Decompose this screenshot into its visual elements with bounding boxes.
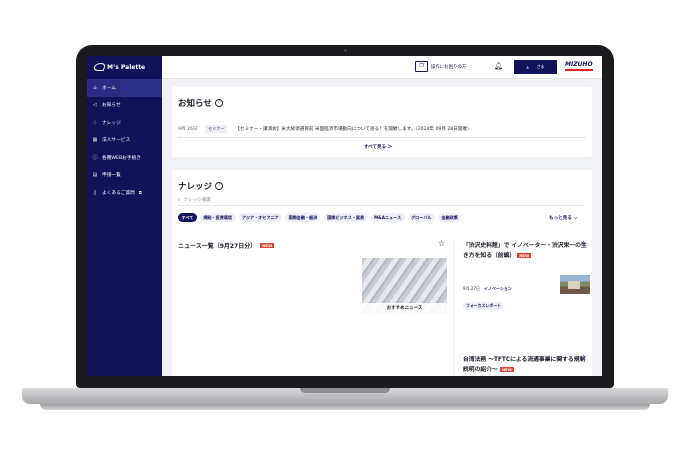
notice-title-text: お知らせ <box>178 99 212 109</box>
newspaper-thumbnail: おすすめニュース <box>362 258 447 314</box>
article-category: イノベーション <box>483 286 512 291</box>
chip-all[interactable]: すべて <box>178 213 197 222</box>
sidebar-item-label: お知らせ <box>102 103 121 109</box>
info-icon: ⓘ <box>92 155 98 162</box>
sidebar-item-notices[interactable]: ◁ お知らせ <box>87 97 162 115</box>
column-divider <box>453 240 454 376</box>
chip-ma-news[interactable]: M&Aニュース <box>370 213 405 222</box>
new-badge: NEW <box>499 367 514 372</box>
chip-global[interactable]: グローバル <box>407 213 436 222</box>
book-open-icon: ❐ <box>415 61 428 72</box>
megaphone-icon: ◁ <box>93 102 97 109</box>
top-header: ❐ 操作にお困りの方 🔔︎ ᴀ さま MIZUHO <box>162 56 602 79</box>
sidebar-item-label: 法人サービス <box>102 138 131 144</box>
laptop-shadow <box>40 404 650 410</box>
screen: M’s Palette ⌂ ホーム ◁ お知らせ ♢ ナレッジ ▦ 法人サービス… <box>87 56 602 376</box>
sidebar-nav: ⌂ ホーム ◁ お知らせ ♢ ナレッジ ▦ 法人サービス ⓘ 各種WEBお手続き… <box>87 79 162 202</box>
notice-tag: セミナー <box>205 125 228 133</box>
sidebar-item-home[interactable]: ⌂ ホーム <box>87 79 162 97</box>
logo-text: M’s Palette <box>107 63 146 71</box>
notice-date: 9月 26日 <box>178 127 198 132</box>
chip-monetary-policy[interactable]: 金融政策 <box>438 213 462 222</box>
article-card[interactable]: 「渋沢史料館」で イノベーター・渋沢栄一の生き方を知る（前編） NEW 9月 2… <box>463 239 590 311</box>
see-all-link[interactable]: すべて見る ＞ <box>364 144 392 150</box>
camera-icon <box>344 49 347 52</box>
article-date: 9月 27日 <box>463 286 480 291</box>
divider <box>178 137 586 138</box>
knowledge-search-input[interactable]: ⌕ ナレッジ検索 <box>178 195 584 206</box>
app-logo[interactable]: M’s Palette <box>92 63 146 71</box>
external-link-icon: ⧉ <box>138 190 142 196</box>
chip-intl-finance[interactable]: 国際金融・経済 <box>285 213 321 222</box>
search-placeholder: ナレッジ検索 <box>183 198 212 203</box>
notice-title: お知らせ ? <box>178 97 223 109</box>
article-title-text: 台湾法務 〜TFTCによる流通事業に関する規制説明の紹介〜 <box>463 357 586 373</box>
book-icon: ▯ <box>93 189 97 196</box>
question-icon[interactable]: ? <box>215 182 224 190</box>
article-card[interactable]: 台湾法務 〜TFTCによる流通事業に関する規制説明の紹介〜 NEW ☆ <box>463 353 588 375</box>
building-icon: ▦ <box>92 137 98 144</box>
star-icon[interactable]: ☆ <box>580 239 587 248</box>
more-link[interactable]: もっと見る ⌵ <box>549 215 577 221</box>
help-label: 操作にお困りの方 <box>431 64 467 70</box>
brand-logo: MIZUHO <box>565 61 593 71</box>
sidebar-item-label: 申請一覧 <box>102 173 121 179</box>
sidebar-item-applications[interactable]: ▤ 申請一覧 <box>87 167 162 185</box>
article-tag[interactable]: フォーカスレポート <box>463 302 505 310</box>
knowledge-card: ナレッジ ? ⌕ ナレッジ検索 すべて 規制・投資環境 アジア・オセアニア 国際… <box>172 170 592 376</box>
sidebar-item-label: ナレッジ <box>102 120 121 126</box>
sidebar-item-knowledge[interactable]: ♢ ナレッジ <box>87 114 162 132</box>
sidebar-item-label: よくあるご質問 <box>102 190 135 196</box>
new-badge: NEW <box>517 253 532 258</box>
home-icon: ⌂ <box>93 84 97 91</box>
bulb-icon: ♢ <box>92 119 98 126</box>
featured-article[interactable]: ニュース一覧（9月27日分） NEW ☆ おすすめニュース <box>178 239 448 314</box>
chip-asia-oceania[interactable]: アジア・オセアニア <box>238 213 283 222</box>
user-label: さま <box>536 64 545 69</box>
notice-item[interactable]: 9月 26日 セミナー 【セミナー・講演会】米大統領選目前 米国経済市場動向につ… <box>178 125 588 133</box>
help-link[interactable]: ❐ 操作にお困りの方 <box>415 61 466 72</box>
featured-title-text: ニュース一覧（9月27日分） <box>178 243 257 250</box>
brand-text: MIZUHO <box>565 61 593 68</box>
brand-underline <box>565 69 593 71</box>
notice-card: お知らせ ? 9月 26日 セミナー 【セミナー・講演会】米大統領選目前 米国経… <box>172 87 592 157</box>
sidebar-item-corporate-services[interactable]: ▦ 法人サービス <box>87 132 162 150</box>
building-thumbnail <box>560 275 590 294</box>
star-icon[interactable]: ☆ <box>438 239 445 248</box>
question-icon[interactable]: ? <box>214 99 223 107</box>
bell-icon[interactable]: 🔔︎ <box>494 62 503 70</box>
document-icon: ▤ <box>92 172 98 179</box>
search-icon: ⌕ <box>178 198 181 203</box>
sidebar-item-web-procedures[interactable]: ⓘ 各種WEBお手続き <box>87 149 162 167</box>
category-chips: すべて 規制・投資環境 アジア・オセアニア 国際金融・経済 国際ビジネス・貿易 … <box>178 213 462 222</box>
chip-regulation[interactable]: 規制・投資環境 <box>199 213 236 222</box>
logo-icon <box>92 63 107 71</box>
knowledge-title: ナレッジ ? <box>178 180 224 192</box>
user-menu-button[interactable]: ᴀ さま <box>514 60 557 74</box>
chip-intl-business[interactable]: 国際ビジネス・貿易 <box>323 213 368 222</box>
laptop-notch <box>300 388 390 393</box>
sidebar: M’s Palette ⌂ ホーム ◁ お知らせ ♢ ナレッジ ▦ 法人サービス… <box>87 56 162 376</box>
featured-title: ニュース一覧（9月27日分） NEW <box>178 241 275 250</box>
sidebar-item-label: 各種WEBお手続き <box>102 155 141 161</box>
article-title: 「渋沢史料館」で イノベーター・渋沢栄一の生き方を知る（前編） NEW <box>463 241 588 261</box>
sidebar-item-faq[interactable]: ▯ よくあるご質問 ⧉ <box>87 184 162 202</box>
sidebar-item-label: ホーム <box>102 85 116 91</box>
knowledge-title-text: ナレッジ <box>178 182 213 192</box>
user-icon: ᴀ <box>526 64 529 70</box>
star-icon[interactable]: ☆ <box>580 353 587 362</box>
article-title: 台湾法務 〜TFTCによる流通事業に関する規制説明の紹介〜 NEW <box>463 355 588 375</box>
thumbnail-caption: おすすめニュース <box>362 303 447 314</box>
notice-text: 【セミナー・講演会】米大統領選目前 米国経済市場動向について語る！を開催します。… <box>235 127 472 132</box>
new-badge: NEW <box>260 243 275 248</box>
